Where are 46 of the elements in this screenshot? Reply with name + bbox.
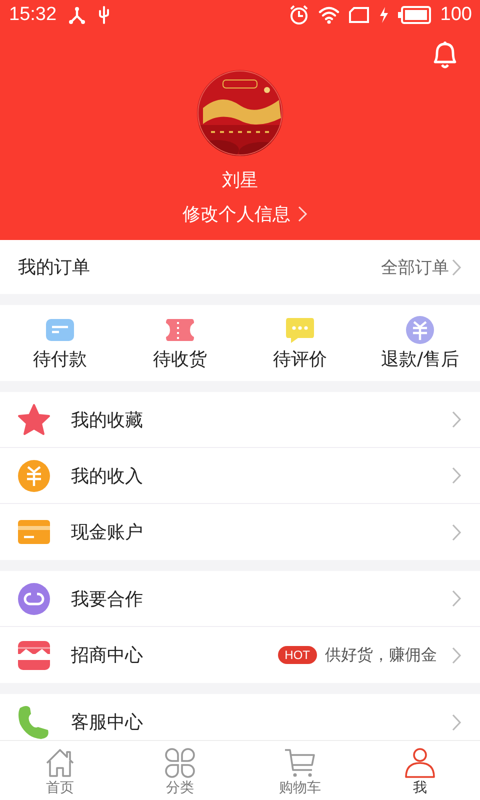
alarm-icon: [289, 5, 310, 25]
chevron-right-icon: [451, 466, 462, 485]
chevron-right-icon: [451, 258, 462, 276]
order-status-tab[interactable]: 待付款: [0, 305, 120, 381]
tab-item[interactable]: 我: [360, 741, 480, 800]
all-orders-link[interactable]: 全部订单: [381, 256, 462, 278]
charging-icon: [378, 6, 390, 24]
phone-icon: [17, 705, 51, 739]
battery-level: 100: [440, 4, 472, 26]
wifi-icon: [318, 5, 340, 25]
menu-item[interactable]: 我的收藏: [0, 392, 480, 448]
sim-card-icon: [349, 5, 370, 25]
person-icon: [403, 746, 437, 780]
chevron-right-icon: [451, 410, 462, 429]
tab-item[interactable]: 购物车: [240, 741, 360, 800]
order-status-tab[interactable]: 待收货: [120, 305, 240, 381]
chevron-right-icon: [296, 205, 308, 223]
order-status-tab[interactable]: 退款/售后: [360, 305, 480, 381]
grid-icon: [163, 746, 197, 780]
chevron-right-icon: [451, 646, 462, 664]
menu-item[interactable]: 客服中心: [0, 694, 480, 740]
menu-item[interactable]: 招商中心 HOT 供好货，赚佣金: [0, 627, 480, 683]
chevron-right-icon: [451, 712, 462, 732]
tab-item[interactable]: 首页: [0, 741, 120, 800]
coin-icon: [17, 458, 51, 492]
link-icon: [17, 582, 51, 616]
section-title: 我的订单: [18, 256, 90, 279]
user-name: 刘星: [222, 169, 258, 192]
order-status-tab[interactable]: 待评价: [240, 305, 360, 381]
menu-item[interactable]: 现金账户: [0, 504, 480, 560]
usb-icon: [96, 5, 111, 25]
coin-icon: [404, 315, 436, 345]
clock-time: 15:32: [9, 4, 57, 26]
promo-text: 供好货，赚佣金: [325, 644, 437, 666]
edit-profile-link[interactable]: 修改个人信息: [172, 202, 308, 226]
chevron-right-icon: [451, 522, 462, 542]
battery-icon: [398, 5, 432, 25]
hot-badge: HOT: [278, 646, 317, 664]
menu-item[interactable]: 我的收入: [0, 448, 480, 504]
store-icon: [17, 638, 51, 672]
menu-item[interactable]: 我要合作: [0, 571, 480, 627]
chevron-right-icon: [451, 589, 462, 608]
share-icon: [66, 6, 87, 24]
chat-bubble-icon: [284, 315, 316, 345]
tab-item[interactable]: 分类: [120, 741, 240, 800]
star-icon: [17, 402, 51, 436]
